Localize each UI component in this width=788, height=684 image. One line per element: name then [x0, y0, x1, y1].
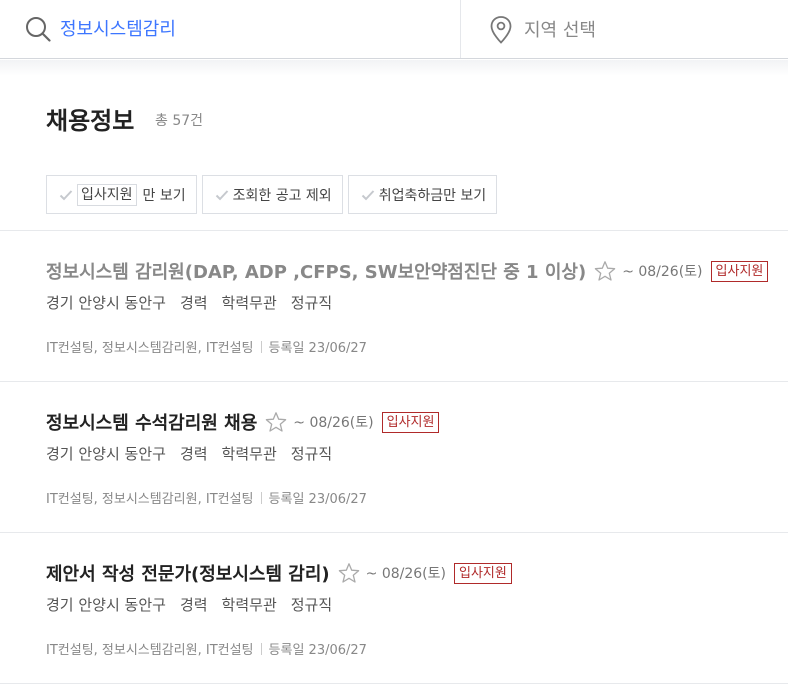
job-footer: IT컨설팅, 정보시스템감리원, IT컨설팅 등록일 23/06/27	[46, 488, 367, 507]
job-title-link[interactable]: 제안서 작성 전문가(정보시스템 감리)	[46, 560, 330, 586]
job-list-item: 제안서 작성 전문가(정보시스템 감리) ~ 08/26(토) 입사지원 경기 …	[0, 533, 788, 683]
region-select[interactable]: 지역 선택	[461, 0, 788, 58]
job-location: 경기 안양시 동안구	[46, 596, 166, 614]
search-icon[interactable]	[25, 16, 51, 42]
search-input[interactable]	[60, 13, 450, 43]
star-icon[interactable]	[265, 411, 287, 433]
job-type: 정규직	[290, 596, 333, 614]
job-career: 경력	[179, 445, 208, 463]
filter-bar: 입사지원 만 보기 조회한 공고 제외 취업축하금만 보기	[46, 175, 502, 214]
separator	[260, 491, 262, 504]
job-education: 학력무관	[221, 294, 277, 312]
job-conditions: 경기 안양시 동안구 경력 학력무관 정규직	[46, 443, 346, 464]
job-tags: IT컨설팅, 정보시스템감리원, IT컨설팅	[46, 492, 254, 507]
deadline: ~ 08/26(토)	[293, 415, 374, 431]
search-bar: 지역 선택	[0, 0, 788, 59]
job-list-item: 정보시스템 수석감리원 채용 ~ 08/26(토) 입사지원 경기 안양시 동안…	[0, 382, 788, 532]
filter-bonus-only-button[interactable]: 취업축하금만 보기	[347, 175, 498, 214]
apply-button[interactable]: 입사지원	[710, 260, 769, 282]
filter-label: 취업축하금만 보기	[378, 187, 487, 204]
job-education: 학력무관	[221, 596, 277, 614]
filter-label: 조회한 공고 제외	[232, 187, 332, 204]
separator	[260, 340, 262, 353]
star-icon[interactable]	[338, 562, 360, 584]
check-icon	[215, 189, 228, 200]
filter-apply-tag: 입사지원	[77, 183, 137, 206]
job-type: 정규직	[290, 445, 333, 463]
apply-button[interactable]: 입사지원	[381, 411, 440, 433]
job-type: 정규직	[290, 294, 333, 312]
job-career: 경력	[179, 596, 208, 614]
star-icon[interactable]	[594, 260, 616, 282]
check-icon	[361, 189, 374, 200]
result-count: 총 57건	[155, 113, 204, 129]
job-conditions: 경기 안양시 동안구 경력 학력무관 정규직	[46, 594, 346, 615]
header-shadow	[0, 60, 788, 76]
job-tags: IT컨설팅, 정보시스템감리원, IT컨설팅	[46, 643, 254, 658]
deadline: ~ 08/26(토)	[622, 264, 703, 280]
job-location: 경기 안양시 동안구	[46, 294, 166, 312]
registered-date: 등록일 23/06/27	[268, 643, 367, 658]
job-title-link[interactable]: 정보시스템 수석감리원 채용	[46, 409, 257, 435]
job-location: 경기 안양시 동안구	[46, 445, 166, 463]
filter-label: 만 보기	[142, 187, 186, 204]
deadline: ~ 08/26(토)	[365, 566, 446, 582]
check-icon	[59, 189, 73, 200]
job-conditions: 경기 안양시 동안구 경력 학력무관 정규직	[46, 292, 346, 313]
job-tags: IT컨설팅, 정보시스템감리원, IT컨설팅	[46, 341, 254, 356]
location-pin-icon	[490, 16, 512, 44]
registered-date: 등록일 23/06/27	[268, 341, 367, 356]
apply-button[interactable]: 입사지원	[454, 562, 512, 584]
job-footer: IT컨설팅, 정보시스템감리원, IT컨설팅 등록일 23/06/27	[46, 337, 367, 356]
filter-apply-only-button[interactable]: 입사지원 만 보기	[46, 175, 197, 214]
registered-date: 등록일 23/06/27	[268, 492, 367, 507]
keyword-search-box[interactable]	[0, 0, 460, 58]
job-education: 학력무관	[221, 445, 277, 463]
job-career: 경력	[179, 294, 208, 312]
job-list-item: 정보시스템 감리원(DAP, ADP ,CFPS, SW보안약점진단 중 1 이…	[0, 231, 788, 381]
job-title-link[interactable]: 정보시스템 감리원(DAP, ADP ,CFPS, SW보안약점진단 중 1 이…	[46, 258, 586, 284]
filter-exclude-viewed-button[interactable]: 조회한 공고 제외	[201, 175, 343, 214]
page-title: 채용정보	[46, 107, 135, 135]
separator	[260, 642, 262, 655]
job-footer: IT컨설팅, 정보시스템감리원, IT컨설팅 등록일 23/06/27	[46, 639, 367, 658]
region-placeholder: 지역 선택	[524, 20, 596, 41]
